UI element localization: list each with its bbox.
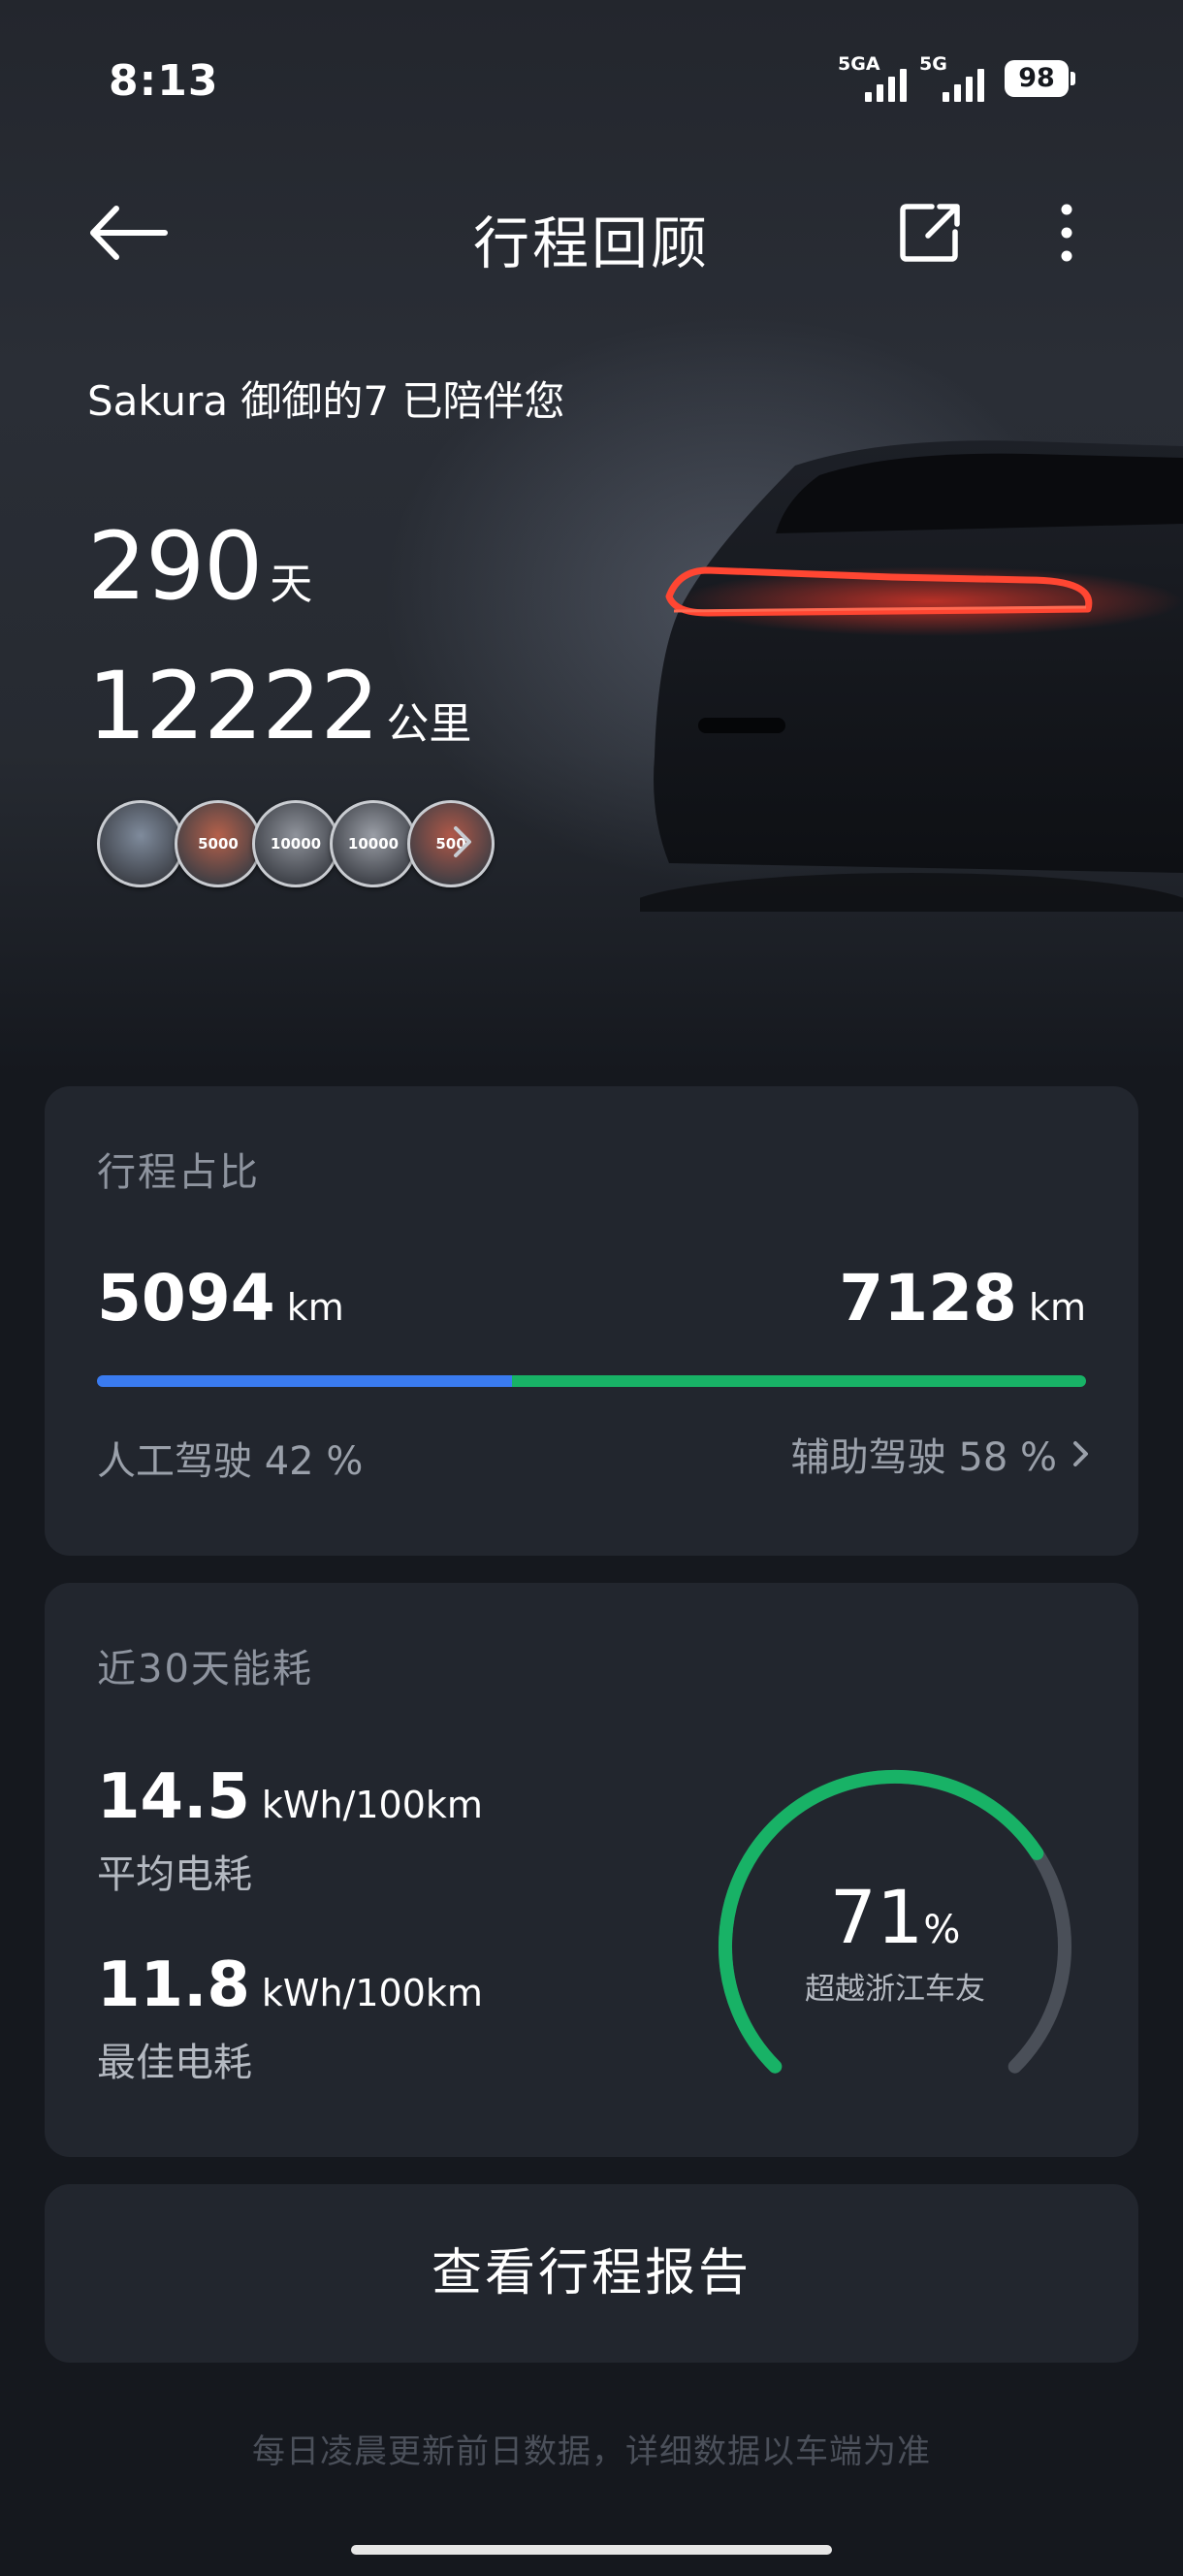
achievement-badge-icon: 10000 [330,800,417,887]
best-consumption: 11.8 kWh/100km [97,1949,483,2021]
car-companion-text: Sakura 御御的7 已陪伴您 [87,377,565,425]
hero-section: 8:13 5GA 5G 98 行程回顾 Sakura 御御的7 已陪伴您 290… [0,0,1183,1077]
distance-stat: 12222 公里 [87,652,471,760]
status-time: 8:13 [109,56,219,106]
best-consumption-label: 最佳电耗 [97,2041,252,2085]
manual-ratio-fill [97,1375,513,1387]
avg-consumption-label: 平均电耗 [97,1852,252,1897]
manual-distance: 5094 km [97,1261,344,1336]
assist-driving-label: 辅助驾驶 58 % [790,1435,1057,1480]
assist-distance-value: 7128 [839,1261,1017,1336]
assist-distance: 7128 km [839,1261,1086,1336]
avg-consumption: 14.5 kWh/100km [97,1761,483,1833]
trip-ratio-card: 行程占比 5094 km 7128 km 人工驾驶 42 % 辅助驾驶 58 % [45,1086,1138,1556]
chevron-right-icon [1073,1441,1088,1466]
achievement-badges[interactable]: 5000 10000 10000 500 [97,800,495,887]
gauge-center: 71% 超越浙江车友 [696,1874,1094,2008]
achievement-badge-icon [97,800,184,887]
trip-ratio-title: 行程占比 [97,1150,260,1195]
driving-ratio-bar [97,1375,1086,1387]
days-stat: 290 天 [87,512,312,621]
assist-ratio-fill [512,1375,1086,1387]
gauge-unit: % [923,1908,961,1952]
battery-icon: 98 [1005,60,1075,97]
manual-distance-value: 5094 [97,1261,275,1336]
gauge-value: 71 [829,1874,924,1960]
page-title: 行程回顾 [472,210,710,276]
status-bar: 8:13 5GA 5G 98 [0,0,1183,155]
chevron-right-icon[interactable] [448,822,477,861]
signal-5g-icon: 5G [919,53,997,102]
assist-distance-unit: km [1028,1286,1086,1329]
best-consumption-value: 11.8 [97,1949,250,2021]
manual-distance-unit: km [286,1286,344,1329]
distance-value: 12222 [87,652,379,760]
manual-driving-label: 人工驾驶 42 % [97,1439,364,1484]
signal-5ga-icon: 5GA [838,53,915,102]
view-trip-report-button[interactable]: 查看行程报告 [45,2184,1138,2363]
avg-consumption-value: 14.5 [97,1761,250,1833]
car-rear-image [640,440,1183,912]
home-indicator[interactable] [351,2545,832,2555]
achievement-badge-icon: 10000 [252,800,339,887]
best-consumption-unit: kWh/100km [261,1972,483,2014]
more-options-icon[interactable] [1047,199,1086,267]
days-value: 290 [87,512,263,621]
energy-card: 近30天能耗 14.5 kWh/100km 平均电耗 11.8 kWh/100k… [45,1583,1138,2157]
assist-driving-link[interactable]: 辅助驾驶 58 % [791,1426,1096,1482]
distance-unit: 公里 [386,699,472,749]
share-icon[interactable] [897,199,965,267]
days-unit: 天 [270,560,313,609]
gauge-label: 超越浙江车友 [805,1972,985,2007]
footer-note: 每日凌晨更新前日数据，详细数据以车端为准 [252,2432,931,2471]
achievement-badge-icon: 5000 [175,800,262,887]
energy-title: 近30天能耗 [97,1647,313,1691]
avg-consumption-unit: kWh/100km [261,1784,483,1826]
